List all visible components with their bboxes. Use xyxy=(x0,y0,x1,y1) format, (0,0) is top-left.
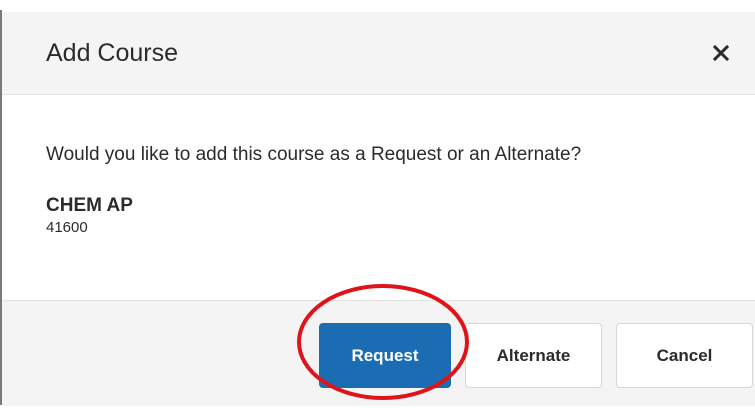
alternate-button[interactable]: Alternate xyxy=(465,323,602,388)
course-code: 41600 xyxy=(46,219,88,236)
close-icon xyxy=(713,45,729,61)
request-button[interactable]: Request xyxy=(319,323,451,388)
dialog-footer: Request Alternate Cancel xyxy=(2,300,755,406)
cancel-button[interactable]: Cancel xyxy=(616,323,753,388)
dialog-header: Add Course xyxy=(2,12,755,95)
dialog-title: Add Course xyxy=(46,39,179,67)
dialog-message: Would you like to add this course as a R… xyxy=(46,144,582,165)
add-course-dialog: Add Course Would you like to add this co… xyxy=(2,12,755,406)
close-button[interactable] xyxy=(706,38,736,68)
course-name: CHEM AP xyxy=(46,195,133,216)
